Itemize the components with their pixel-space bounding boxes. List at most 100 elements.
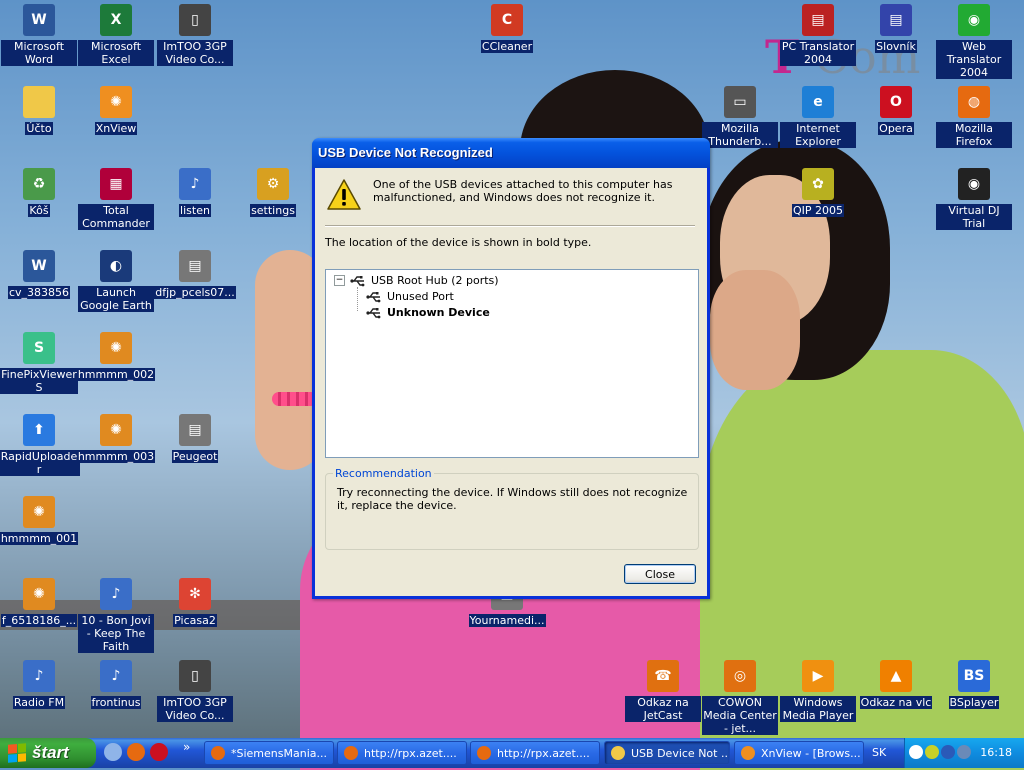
desktop-icon[interactable]: ◍ Mozilla Firefox [936,86,1012,148]
usb-dialog-window: USB Device Not Recognized One of the USB… [312,138,710,599]
desktop-icon-label: Picasa2 [173,614,217,627]
desktop-icon-label: Kôš [28,204,50,217]
desktop-icon[interactable]: ✺ hmmmm_003 [76,414,156,463]
quick-launch-chevron-icon[interactable]: » [183,740,190,754]
desktop-icon[interactable]: ▤ Peugeot [157,414,233,463]
opera-icon: O [880,86,912,118]
desktop-icon[interactable]: Účto [1,86,77,135]
taskbar-button[interactable]: http://rpx.azet.... [337,741,467,765]
desktop-icon-label: hmmmm_003 [76,450,156,463]
taskbar-button[interactable]: *SiemensMania... [204,741,334,765]
desktop-icon[interactable]: e Internet Explorer [780,86,856,148]
recycle-bin-icon: ♻ [23,168,55,200]
taskbar-button[interactable]: XnView - [Brows... [734,741,864,765]
desktop-icon[interactable]: ♪ frontinus [78,660,154,709]
desktop-icon[interactable]: ▤ dfjp_pcels07... [154,250,236,299]
tree-expander[interactable]: − [334,275,345,286]
recommendation-text: Try reconnecting the device. If Windows … [337,486,688,512]
desktop-icon[interactable]: ✺ hmmmm_002 [76,332,156,381]
network-globe-icon[interactable] [941,745,955,759]
usb-hub-icon [350,275,365,286]
desktop-icon-label: listen [179,204,211,217]
jpg-file-icon: ✺ [100,414,132,446]
desktop-icon-label: ImTOO 3GP Video Co... [157,696,233,722]
desktop-icon[interactable]: ▦ Total Commander [78,168,154,230]
desktop-icon-label: Účto [25,122,53,135]
opera-icon[interactable] [150,743,168,761]
tree-child-label: Unused Port [387,290,454,303]
desktop-icon[interactable]: ✻ Picasa2 [157,578,233,627]
desktop-icon[interactable]: BS BSplayer [936,660,1012,709]
desktop-icon[interactable]: ◉ Virtual DJ Trial [936,168,1012,230]
total-commander-icon: ▦ [100,168,132,200]
desktop-icon[interactable]: ◐ Launch Google Earth [78,250,154,312]
taskbar-button[interactable]: http://rpx.azet.... [470,741,600,765]
device-tree[interactable]: − USB Root Hub (2 ports) Unused Port Unk… [325,269,699,458]
desktop-icon[interactable]: ♻ Kôš [1,168,77,217]
desktop-icon[interactable]: ⬆ RapidUploader [0,414,80,476]
google-earth-icon: ◐ [100,250,132,282]
desktop-icon[interactable]: ☎ Odkaz na JetCast [625,660,701,722]
desktop-icon[interactable]: ✺ f_6518186_... [0,578,78,627]
desktop-icon[interactable]: S FinePixViewer S [0,332,78,394]
desktop-icon-label: Opera [878,122,914,135]
desktop-icon-label: Microsoft Word [1,40,77,66]
desktop-icon[interactable]: ♪ Radio FM [1,660,77,709]
desktop-icon-label: Radio FM [12,696,66,709]
qip-tray-icon[interactable] [925,745,939,759]
desktop-icon[interactable]: Wcv_383856 [1,250,77,299]
desktop-icon[interactable]: ♪ listen [157,168,233,217]
xnview-icon [741,746,755,760]
bsplayer-icon: BS [958,660,990,692]
desktop-icon-label: Yournamedi... [468,614,546,627]
desktop-icon-label: Odkaz na vlc [859,696,933,709]
desktop-icon[interactable]: C CCleaner [469,4,545,53]
desktop-icon[interactable]: ♪ 10 - Bon Jovi - Keep The Faith [78,578,154,653]
language-indicator[interactable]: SK [872,746,886,759]
desktop-icon[interactable]: ⚙ settings [235,168,311,217]
clock[interactable]: 16:18 [980,746,1012,759]
desktop-icon[interactable]: ▤ PC Translator 2004 [780,4,856,66]
tree-node-unused-port[interactable]: Unused Port [366,290,454,303]
desktop-icon[interactable]: ▤ Slovník [858,4,934,53]
desktop-icon-label: 10 - Bon Jovi - Keep The Faith [78,614,154,653]
tree-node-root[interactable]: − USB Root Hub (2 ports) [334,274,499,287]
desktop-icon[interactable]: X Microsoft Excel [78,4,154,66]
folder-icon [23,86,55,118]
desktop-icon-label: cv_383856 [7,286,71,299]
desktop-icon[interactable]: ▶ Windows Media Player [780,660,856,722]
desktop-icon[interactable]: ◉ Web Translator 2004 [936,4,1012,79]
audio-file-icon: ♪ [100,660,132,692]
collapse-arrow-icon[interactable] [909,745,923,759]
ie-icon: e [802,86,834,118]
taskbar-button-label: USB Device Not ... [631,746,730,760]
xnview-icon: ✺ [100,86,132,118]
desktop-icon[interactable]: ✺ hmmmm_001 [0,496,79,545]
phone-icon: ▯ [179,4,211,36]
firefox-icon[interactable] [127,743,145,761]
dialog-title[interactable]: USB Device Not Recognized [312,138,710,168]
show-desktop-icon[interactable] [104,743,122,761]
start-button[interactable]: štart [0,738,96,768]
desktop-icon[interactable]: ▭ Mozilla Thunderb... [702,86,778,148]
desktop-icon[interactable]: ◎ COWON Media Center - jet... [702,660,778,735]
desktop-icon[interactable]: ▲ Odkaz na vlc [858,660,934,709]
tree-node-unknown-device[interactable]: Unknown Device [366,306,490,319]
close-button[interactable]: Close [624,564,696,584]
jpg-file-icon: ✺ [23,578,55,610]
usb-tray-icon[interactable] [957,745,971,759]
desktop-icon[interactable]: ▯ ImTOO 3GP Video Co... [157,660,233,722]
desktop-icon[interactable]: W Microsoft Word [1,4,77,66]
virtual-dj-icon: ◉ [958,168,990,200]
dialog-separator [325,225,695,227]
desktop-icon-label: hmmmm_002 [76,368,156,381]
desktop-icon[interactable]: ✿ QIP 2005 [780,168,856,217]
taskbar-button-label: http://rpx.azet.... [364,746,457,760]
desktop-icon[interactable]: ✺ XnView [78,86,154,135]
desktop-icon[interactable]: O Opera [858,86,934,135]
upload-arrow-icon: ⬆ [23,414,55,446]
folder-icon [611,746,625,760]
document-icon: ▤ [179,250,211,282]
taskbar-button[interactable]: USB Device Not ... [604,741,730,765]
desktop-icon[interactable]: ▯ ImTOO 3GP Video Co... [157,4,233,66]
